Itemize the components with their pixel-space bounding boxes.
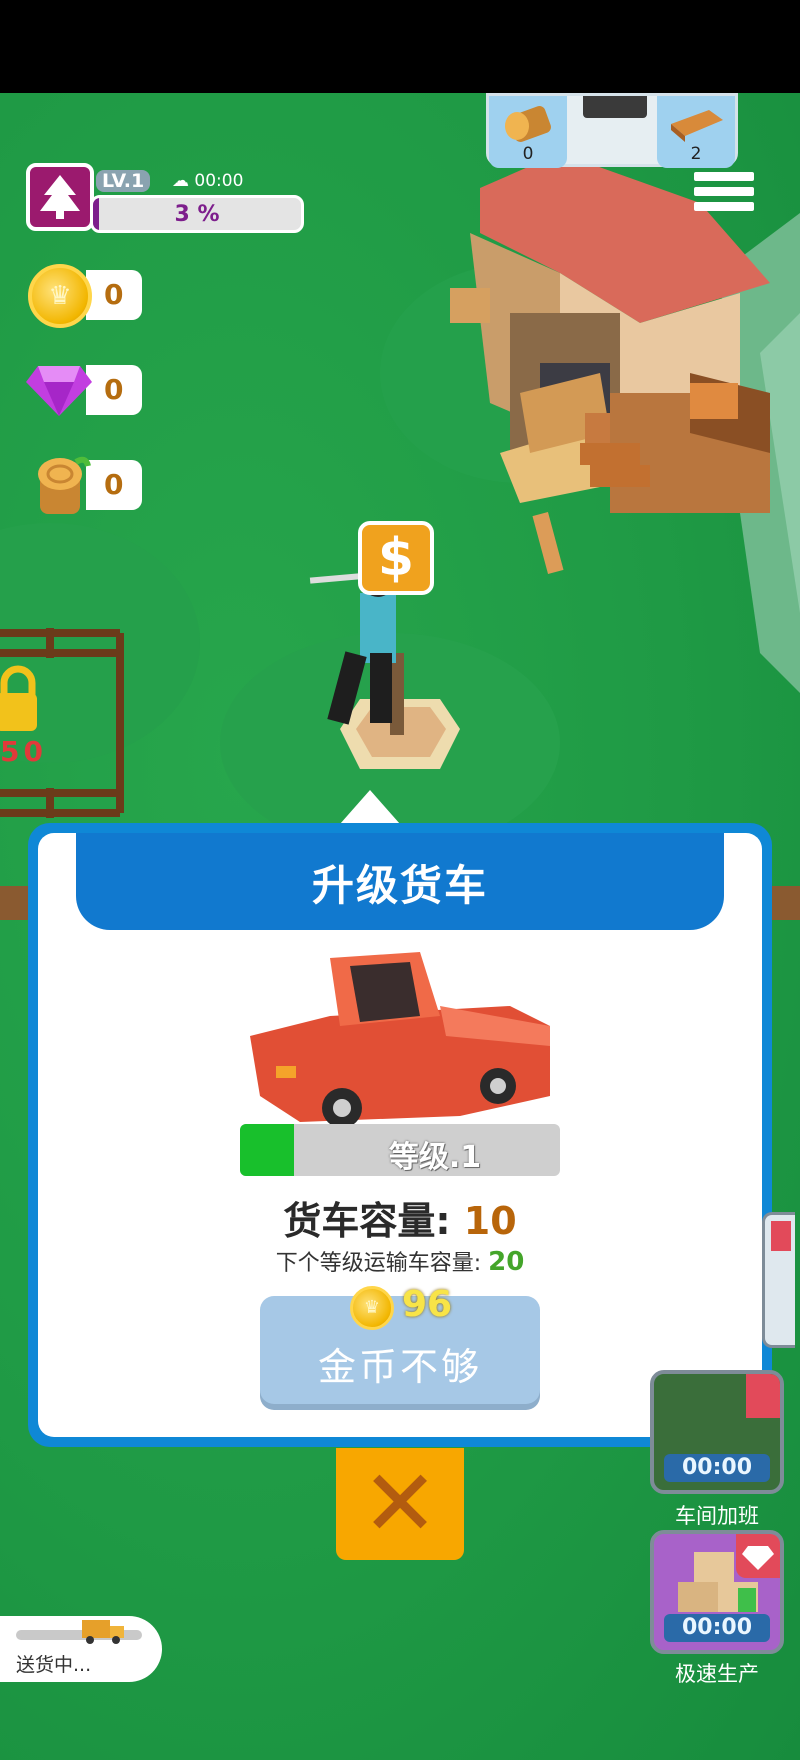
truck-level-text: 等级.1	[388, 1140, 482, 1175]
level-label: LV.1	[96, 170, 151, 192]
cloud-icon: ☁	[172, 171, 189, 191]
delivery-status-text: 送货中...	[16, 1654, 92, 1676]
delivery-truck-icon	[82, 1620, 124, 1644]
next-capacity-value: 20	[488, 1247, 525, 1277]
plank-count: 2	[690, 144, 702, 164]
xp-text: 3 %	[174, 202, 220, 227]
gem-badge-icon	[746, 1374, 780, 1418]
level-timer: ☁ 00:00	[172, 171, 243, 191]
upgrade-button[interactable]: 金币不够	[260, 1296, 540, 1404]
delivery-status[interactable]: 送货中...	[0, 1616, 162, 1682]
capacity-label: 货车容量:	[283, 1199, 451, 1243]
price-coin-icon: ♛	[350, 1286, 394, 1330]
ribbon-icon	[771, 1221, 791, 1251]
menu-icon-bar	[694, 172, 754, 181]
capacity-value: 10	[463, 1199, 517, 1243]
speed-label: 极速生产	[675, 1662, 759, 1686]
level-badge[interactable]	[26, 163, 94, 231]
log-icon	[505, 106, 551, 142]
sell-bubble[interactable]: $	[358, 521, 434, 595]
truck-level-bar: 等级.1	[240, 1124, 560, 1176]
unlock-cost-label: 50	[0, 735, 47, 768]
menu-button[interactable]	[694, 172, 754, 232]
next-capacity-label: 下个等级运输车容量:	[275, 1251, 482, 1276]
capacity-row: 货车容量: 10	[0, 1190, 800, 1245]
upgrade-price: 96	[402, 1284, 453, 1325]
coin-icon: ♛	[28, 264, 92, 328]
boxes-icon	[678, 1552, 758, 1612]
log-slot: 0	[489, 96, 567, 168]
plank-icon	[671, 110, 723, 142]
close-button[interactable]: ✕	[336, 1448, 464, 1560]
menu-icon-bar	[694, 202, 754, 211]
upgrade-button-label: 金币不够	[317, 1345, 482, 1389]
speed-production-button[interactable]: 00:00	[650, 1530, 784, 1654]
speed-timer: 00:00	[664, 1614, 770, 1642]
close-icon: ✕	[361, 1450, 439, 1557]
coin-counter: 0	[86, 270, 142, 320]
side-button-partial[interactable]	[762, 1212, 795, 1348]
xp-bar: 3 %	[90, 195, 304, 233]
overtime-label: 车间加班	[675, 1504, 759, 1528]
dialog-title: 升级货车	[311, 861, 488, 910]
dollar-icon: $	[377, 528, 415, 588]
truck-icon	[250, 952, 550, 1126]
timer-text: 00:00	[194, 171, 244, 191]
log-count: 0	[522, 144, 534, 164]
gem-counter: 0	[86, 365, 142, 415]
log-icon	[38, 456, 91, 514]
overtime-timer: 00:00	[664, 1454, 770, 1482]
workshop-overtime-button[interactable]: 00:00	[650, 1370, 784, 1494]
storage-panel: 0 2	[486, 93, 738, 168]
status-bar	[0, 0, 800, 93]
plank-slot: 2	[657, 96, 735, 168]
machine-indicator	[583, 96, 647, 118]
next-capacity-row: 下个等级运输车容量: 20	[0, 1245, 800, 1277]
truck-level-fill	[240, 1124, 295, 1176]
dialog-pointer	[340, 790, 400, 824]
tree-icon	[40, 175, 80, 219]
menu-icon-bar	[694, 187, 754, 196]
gem-icon	[26, 366, 92, 416]
